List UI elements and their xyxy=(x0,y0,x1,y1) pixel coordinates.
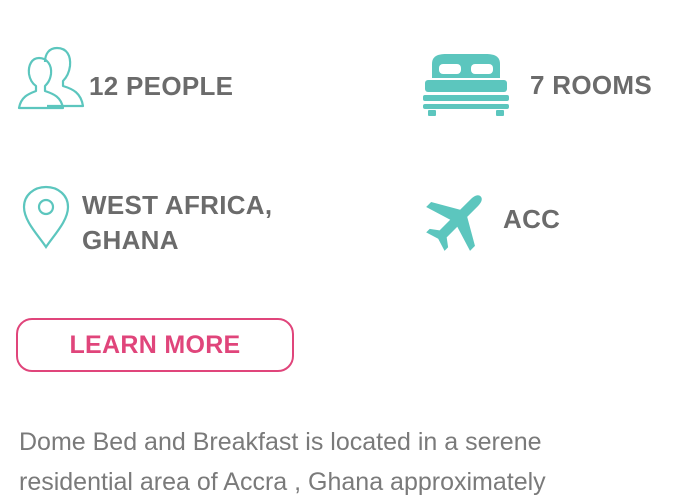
bed-icon xyxy=(422,52,510,118)
feature-airport: ACC xyxy=(425,186,560,252)
map-pin-icon xyxy=(22,185,70,249)
description-line1: Dome Bed and Breakfast is located in a s… xyxy=(19,428,542,456)
airplane-icon xyxy=(425,186,491,252)
location-line2: GHANA xyxy=(82,225,179,255)
rooms-label: 7 ROOMS xyxy=(530,69,653,100)
feature-people: 12 PEOPLE xyxy=(17,44,233,110)
feature-location: WEST AFRICA, GHANA xyxy=(22,185,322,255)
people-label: 12 PEOPLE xyxy=(89,70,234,101)
airport-label: ACC xyxy=(503,203,561,234)
description-line2: residential area of Accra , Ghana approx… xyxy=(19,468,546,496)
description-text: Dome Bed and Breakfast is located in a s… xyxy=(19,422,700,502)
learn-more-button[interactable]: LEARN MORE xyxy=(16,318,294,372)
location-label: WEST AFRICA, GHANA xyxy=(82,188,322,258)
feature-rooms: 7 ROOMS xyxy=(422,52,652,118)
people-icon xyxy=(17,44,89,110)
location-line1: WEST AFRICA, xyxy=(82,190,273,220)
